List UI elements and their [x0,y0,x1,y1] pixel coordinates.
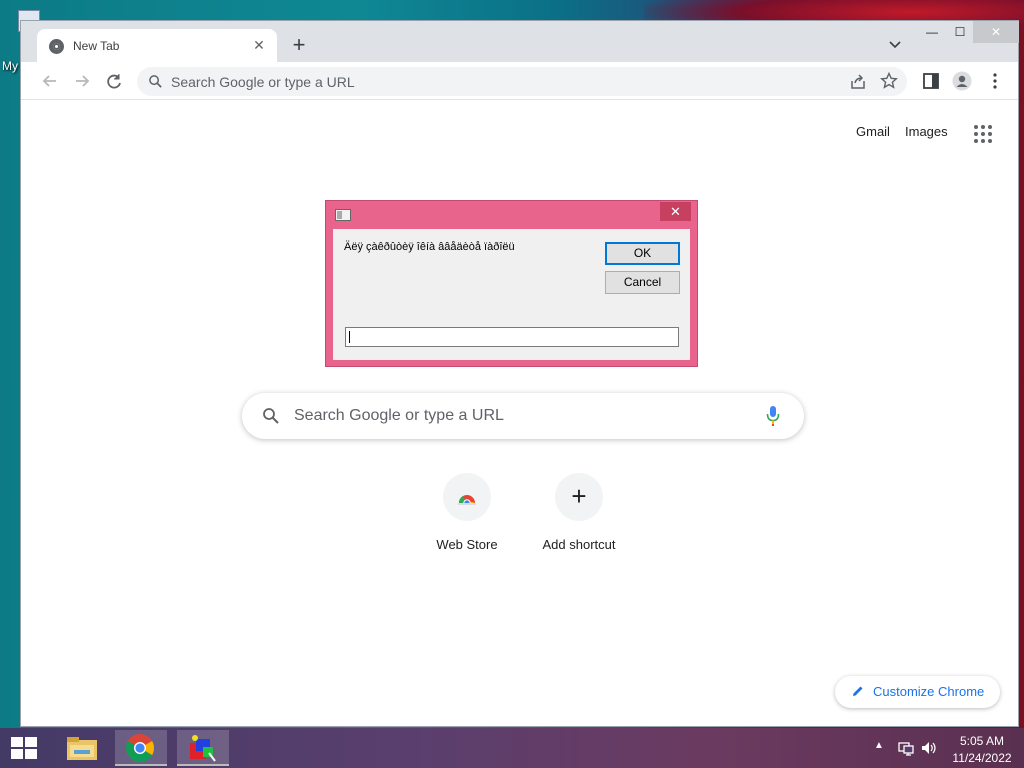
shortcut-web-store[interactable]: Web Store [411,473,523,563]
close-icon[interactable]: ✕ [249,35,269,55]
password-prompt-dialog: ✕ Äëÿ çàêðûòèÿ îêíà ââåäèòå ïàðîëü OK Ca… [325,200,698,367]
gmail-link[interactable]: Gmail [856,124,890,139]
taskbar: ▲ 5:05 AM 11/24/2022 [0,728,1024,768]
back-arrow-icon[interactable] [37,68,63,94]
share-icon[interactable] [849,73,867,91]
address-bar[interactable]: Search Google or type a URL [137,67,907,96]
ntp-search-box[interactable]: Search Google or type a URL [242,393,804,439]
browser-window: New Tab ✕ + — ☐ ✕ Search Google or type … [20,20,1019,727]
forward-arrow-icon[interactable] [69,68,95,94]
desktop-icon-label[interactable]: My [2,59,18,73]
plus-icon: + [571,481,587,511]
dialog-body: Äëÿ çàêðûòèÿ îêíà ââåäèòå ïàðîëü OK Canc… [333,229,690,360]
password-input[interactable] [345,327,679,347]
tab-strip: New Tab ✕ + — ☐ ✕ [21,21,1019,62]
bookmark-star-icon[interactable] [880,72,898,90]
customize-chrome-label: Customize Chrome [873,684,985,699]
chrome-icon [49,39,64,54]
chrome-icon [126,734,154,762]
web-store-icon [458,495,476,505]
new-tab-button[interactable]: + [287,33,311,57]
customize-chrome-button[interactable]: Customize Chrome [835,676,1000,708]
search-icon [149,75,162,88]
dialog-prompt-text: Äëÿ çàêðûòèÿ îêíà ââåäèòå ïàðîëü [344,241,515,253]
shortcut-label: Web Store [436,537,498,552]
taskbar-paint-app[interactable] [177,730,229,766]
profile-avatar-icon[interactable] [952,71,972,91]
taskbar-chrome[interactable] [115,730,167,766]
file-explorer-icon [67,737,97,760]
images-link[interactable]: Images [905,124,948,139]
address-bar-placeholder: Search Google or type a URL [171,74,355,90]
more-menu-icon[interactable] [985,71,1005,91]
microphone-icon[interactable] [766,405,780,427]
paint-app-icon [190,735,216,762]
shortcut-icon-circle: + [555,473,603,521]
reload-icon[interactable] [101,68,127,94]
clock-time[interactable]: 5:05 AM [950,734,1014,748]
shortcut-add[interactable]: + Add shortcut [523,473,635,563]
chevron-down-icon[interactable] [885,35,905,55]
browser-toolbar: Search Google or type a URL [21,62,1018,100]
clock-date[interactable]: 11/24/2022 [950,751,1014,765]
text-caret [349,331,350,343]
dialog-app-icon [335,209,351,221]
pencil-icon [853,686,863,696]
ntp-search-placeholder: Search Google or type a URL [294,407,504,424]
side-panel-icon[interactable] [921,71,941,91]
tray-expand-icon[interactable]: ▲ [874,740,884,751]
ok-button[interactable]: OK [605,242,680,265]
shortcut-icon-circle [443,473,491,521]
google-apps-icon[interactable] [974,125,992,143]
shortcut-label: Add shortcut [542,537,616,552]
volume-icon[interactable] [920,740,938,756]
network-icon[interactable] [898,740,914,756]
taskbar-file-explorer[interactable] [56,730,108,766]
minimize-button[interactable]: — [917,21,947,43]
tab-new-tab[interactable]: New Tab ✕ [37,29,277,62]
window-close-button[interactable]: ✕ [973,21,1019,43]
cancel-button[interactable]: Cancel [605,271,680,294]
search-icon [263,408,279,424]
maximize-button[interactable]: ☐ [945,21,975,43]
tab-title: New Tab [73,39,120,53]
windows-start-icon[interactable] [10,736,38,760]
dialog-close-button[interactable]: ✕ [660,202,691,221]
